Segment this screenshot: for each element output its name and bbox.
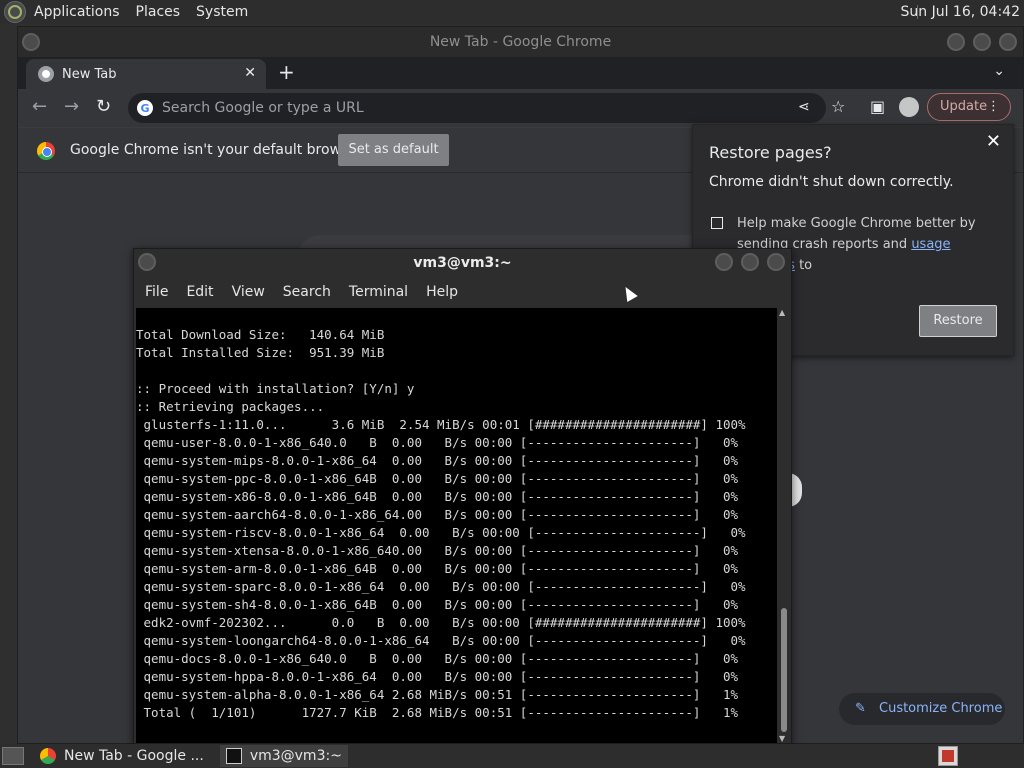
terminal-window: vm3@vm3:~ File Edit View Search Terminal…	[133, 248, 792, 744]
customize-chrome-button[interactable]: ✎ Customize Chrome	[839, 693, 1005, 725]
tab-close-icon[interactable]: ✕	[244, 65, 256, 81]
update-button[interactable]: Update ⋮	[927, 93, 1011, 121]
crash-report-checkbox[interactable]	[711, 217, 723, 229]
terminal-menu-edit[interactable]: Edit	[177, 284, 222, 300]
customize-label: Customize Chrome	[879, 701, 1003, 716]
terminal-menu-file[interactable]: File	[136, 284, 177, 300]
terminal-menu-search[interactable]: Search	[274, 284, 340, 300]
more-menu-icon[interactable]: ⋮	[987, 94, 1000, 120]
share-icon[interactable]: ⋖	[798, 97, 810, 117]
infobar-message: Google Chrome isn't your default browser	[70, 142, 363, 158]
terminal-close-icon[interactable]	[767, 253, 785, 271]
terminal-minimize-icon[interactable]	[715, 253, 733, 271]
terminal-screen[interactable]: Total Download Size: 140.64 MiB Total In…	[136, 308, 777, 743]
show-desktop-icon[interactable]	[2, 747, 24, 765]
reload-icon[interactable]: ↻	[96, 97, 111, 117]
terminal-window-menu-icon[interactable]	[138, 253, 156, 271]
terminal-scrollbar[interactable]: ▲ ▼	[777, 308, 791, 743]
distro-logo-icon[interactable]	[4, 1, 26, 23]
maximize-icon[interactable]	[973, 33, 991, 51]
side-panel-icon[interactable]: ▣	[870, 97, 885, 117]
profile-avatar-icon[interactable]	[899, 97, 919, 117]
omnibox[interactable]: G	[128, 93, 826, 123]
update-label: Update	[940, 99, 988, 114]
tab-strip: New Tab ✕ + ⌄	[18, 57, 1023, 89]
window-title: New Tab - Google Chrome	[429, 34, 612, 50]
trash-icon[interactable]	[938, 746, 958, 766]
terminal-menu-terminal[interactable]: Terminal	[340, 284, 417, 300]
scroll-down-arrow-icon[interactable]: ▼	[779, 734, 785, 743]
chrome-task-icon	[40, 748, 56, 764]
forward-icon[interactable]: →	[64, 97, 79, 117]
google-g-icon: G	[137, 100, 153, 116]
taskbar-item-label: New Tab - Google ...	[64, 748, 204, 764]
terminal-menubar: File Edit View Search Terminal Help	[134, 277, 791, 307]
terminal-task-icon	[225, 748, 242, 764]
chrome-favicon-icon	[38, 66, 54, 82]
close-window-icon[interactable]	[999, 33, 1017, 51]
terminal-menu-help[interactable]: Help	[417, 284, 467, 300]
terminal-maximize-icon[interactable]	[741, 253, 759, 271]
new-tab-icon[interactable]: +	[278, 60, 295, 84]
window-menu-icon[interactable]	[22, 33, 40, 51]
terminal-output: Total Download Size: 140.64 MiB Total In…	[136, 327, 746, 720]
taskbar: New Tab - Google ... vm3@vm3:~	[0, 744, 1024, 768]
scrollbar-thumb[interactable]	[781, 608, 787, 732]
menu-applications[interactable]: Applications	[26, 0, 128, 24]
omnibox-input[interactable]	[162, 100, 762, 116]
help-text-post: to	[794, 258, 813, 273]
menu-places[interactable]: Places	[128, 0, 189, 24]
terminal-menu-view[interactable]: View	[223, 284, 274, 300]
restore-subtitle: Chrome didn't shut down correctly.	[709, 174, 954, 190]
top-panel: Applications Places System Sun Jul 16, 0…	[0, 0, 1024, 24]
back-icon[interactable]: ←	[32, 97, 47, 117]
restore-button[interactable]: Restore	[919, 305, 997, 337]
taskbar-item-label: vm3@vm3:~	[249, 748, 342, 764]
taskbar-item-chrome[interactable]: New Tab - Google ...	[34, 745, 210, 767]
restore-title: Restore pages?	[709, 143, 832, 162]
tab-title: New Tab	[62, 66, 117, 82]
minimize-icon[interactable]	[947, 33, 965, 51]
chrome-logo-icon	[37, 142, 55, 160]
tab-search-chevron-icon[interactable]: ⌄	[993, 63, 1005, 79]
terminal-titlebar[interactable]: vm3@vm3:~	[134, 249, 791, 277]
scroll-up-arrow-icon[interactable]: ▲	[779, 308, 785, 317]
tab-new-tab[interactable]: New Tab ✕	[26, 59, 266, 89]
bookmark-star-icon[interactable]: ☆	[831, 97, 845, 117]
pencil-icon: ✎	[855, 701, 866, 716]
set-as-default-button[interactable]: Set as default	[338, 134, 449, 166]
menu-system[interactable]: System	[188, 0, 256, 24]
toolbar: ← → ↻ G ⋖ ☆ ▣ Update ⋮	[18, 89, 1023, 127]
terminal-title: vm3@vm3:~	[413, 255, 512, 271]
clock[interactable]: Sun Jul 16, 04:42	[901, 0, 1021, 24]
restore-close-icon[interactable]: ✕	[986, 131, 1001, 152]
taskbar-item-terminal[interactable]: vm3@vm3:~	[219, 745, 348, 767]
chrome-titlebar[interactable]: New Tab - Google Chrome	[18, 27, 1023, 57]
